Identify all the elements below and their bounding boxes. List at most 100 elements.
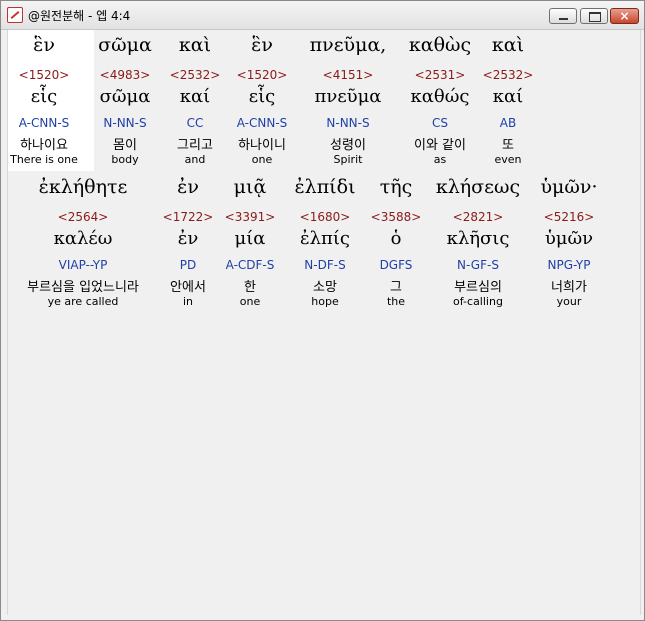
- interlinear-panel[interactable]: ἓν <1520> εἷς A-CNN-S 하나이요 There is one …: [7, 30, 641, 615]
- lemma: ὁ: [390, 228, 402, 249]
- parsing-code[interactable]: A-CNN-S: [228, 116, 296, 130]
- greek-word: ἓν: [33, 34, 55, 56]
- strong-number[interactable]: <1520>: [228, 68, 296, 82]
- english-gloss: There is one: [10, 153, 78, 166]
- english-gloss: body: [111, 153, 139, 166]
- english-gloss: hope: [311, 295, 339, 308]
- greek-word: ἐν: [177, 176, 199, 198]
- korean-gloss: 소망: [313, 280, 337, 295]
- lemma: καλέω: [53, 228, 113, 249]
- greek-word: ἐλπίδι: [294, 176, 356, 198]
- window-title: @원전분해 - 엡 4:4: [28, 9, 131, 23]
- maximize-icon: [589, 12, 601, 22]
- strong-number[interactable]: <2564>: [8, 210, 158, 224]
- minimize-button[interactable]: [549, 8, 577, 24]
- korean-gloss: 너희가: [551, 280, 587, 295]
- greek-word: καθὼς: [408, 34, 472, 56]
- parsing-code[interactable]: NPG-YP: [530, 258, 608, 272]
- parsing-code[interactable]: VIAP--YP: [8, 258, 158, 272]
- word-cell[interactable]: κλήσεως <2821> κλῆσις N-GF-S 부르심의 of-cal…: [428, 176, 528, 316]
- korean-gloss: 몸이: [113, 138, 137, 153]
- korean-gloss: 안에서: [170, 280, 206, 295]
- greek-word: καὶ: [178, 34, 212, 56]
- parsing-code[interactable]: DGFS: [368, 258, 424, 272]
- korean-gloss: 성령이: [330, 138, 366, 153]
- korean-gloss: 부르심의: [454, 280, 502, 295]
- close-icon: ×: [619, 9, 630, 23]
- strong-number[interactable]: <1680>: [284, 210, 366, 224]
- greek-word: ἓν: [251, 34, 273, 56]
- greek-word: ἐκλήθητε: [38, 176, 128, 198]
- english-gloss: the: [386, 295, 406, 308]
- english-gloss: your: [556, 295, 582, 308]
- strong-number[interactable]: <4151>: [300, 68, 396, 82]
- maximize-button[interactable]: [580, 8, 608, 24]
- word-cell[interactable]: ἓν <1520> εἷς A-CNN-S 하나이요 There is one: [8, 34, 80, 174]
- english-gloss: one: [239, 295, 261, 308]
- lemma: καί: [179, 86, 211, 107]
- parsing-code[interactable]: CC: [164, 116, 226, 130]
- lemma: σῶμα: [99, 86, 151, 107]
- app-icon[interactable]: [7, 7, 23, 23]
- word-cell[interactable]: πνεῦμα, <4151> πνεῦμα N-NN-S 성령이 Spirit: [300, 34, 396, 174]
- strong-number[interactable]: <3391>: [220, 210, 280, 224]
- english-gloss: even: [494, 153, 522, 166]
- parsing-code[interactable]: N-GF-S: [428, 258, 528, 272]
- word-cell[interactable]: τῆς <3588> ὁ DGFS 그 the: [368, 176, 424, 316]
- strong-number[interactable]: <2531>: [400, 68, 480, 82]
- english-gloss: Spirit: [333, 153, 363, 166]
- word-cell[interactable]: ἓν <1520> εἷς A-CNN-S 하나이니 one: [228, 34, 296, 174]
- parsing-code[interactable]: AB: [480, 116, 536, 130]
- word-cell[interactable]: ἐκλήθητε <2564> καλέω VIAP--YP 부르심을 입었느니…: [8, 176, 158, 316]
- close-button[interactable]: ×: [610, 8, 639, 24]
- strong-number[interactable]: <5216>: [530, 210, 608, 224]
- english-gloss: of-calling: [453, 295, 503, 308]
- word-cell[interactable]: καὶ <2532> καί CC 그리고 and: [164, 34, 226, 174]
- lemma: πνεῦμα: [314, 86, 382, 107]
- parsing-code[interactable]: CS: [400, 116, 480, 130]
- parsing-code[interactable]: A-CNN-S: [8, 116, 80, 130]
- parsing-code[interactable]: N-DF-S: [284, 258, 366, 272]
- greek-word: καὶ: [491, 34, 525, 56]
- parsing-code[interactable]: N-NN-S: [90, 116, 160, 130]
- word-cell[interactable]: καθὼς <2531> καθώς CS 이와 같이 as: [400, 34, 480, 174]
- minimize-icon: [559, 18, 568, 20]
- lemma: ὑμῶν: [544, 228, 594, 249]
- strong-number[interactable]: <1520>: [8, 68, 80, 82]
- lemma: ἐλπίς: [299, 228, 351, 249]
- strong-number[interactable]: <2532>: [164, 68, 226, 82]
- english-gloss: and: [184, 153, 206, 166]
- strong-number[interactable]: <4983>: [90, 68, 160, 82]
- word-cell[interactable]: σῶμα <4983> σῶμα N-NN-S 몸이 body: [90, 34, 160, 174]
- title-bar[interactable]: @원전분해 - 엡 4:4 ×: [1, 1, 644, 30]
- parsing-code[interactable]: PD: [158, 258, 218, 272]
- english-gloss: ye are called: [47, 295, 119, 308]
- strong-number[interactable]: <2821>: [428, 210, 528, 224]
- parsing-code[interactable]: N-NN-S: [300, 116, 396, 130]
- korean-gloss: 이와 같이: [414, 138, 466, 153]
- english-gloss: one: [251, 153, 273, 166]
- korean-gloss: 하나이요: [20, 138, 68, 153]
- korean-gloss: 그: [390, 280, 402, 295]
- lemma: μία: [234, 228, 266, 249]
- greek-word: κλήσεως: [435, 176, 521, 198]
- verse-row-2: ἐκλήθητε <2564> καλέω VIAP--YP 부르심을 입었느니…: [8, 176, 640, 317]
- lemma: εἷς: [248, 86, 276, 107]
- word-cell[interactable]: μιᾷ <3391> μία A-CDF-S 한 one: [220, 176, 280, 316]
- greek-word: πνεῦμα,: [309, 34, 387, 56]
- word-cell[interactable]: καὶ <2532> καί AB 또 even: [480, 34, 536, 174]
- english-gloss: in: [182, 295, 194, 308]
- strong-number[interactable]: <1722>: [158, 210, 218, 224]
- word-cell[interactable]: ὑμῶν· <5216> ὑμῶν NPG-YP 너희가 your: [530, 176, 608, 316]
- parsing-code[interactable]: A-CDF-S: [220, 258, 280, 272]
- lemma: εἷς: [30, 86, 58, 107]
- korean-gloss: 하나이니: [238, 138, 286, 153]
- strong-number[interactable]: <2532>: [480, 68, 536, 82]
- greek-word: μιᾷ: [233, 176, 267, 198]
- word-cell[interactable]: ἐλπίδι <1680> ἐλπίς N-DF-S 소망 hope: [284, 176, 366, 316]
- lemma: καί: [492, 86, 524, 107]
- korean-gloss: 또: [502, 138, 514, 153]
- greek-word: τῆς: [379, 176, 413, 198]
- word-cell[interactable]: ἐν <1722> ἐν PD 안에서 in: [158, 176, 218, 316]
- strong-number[interactable]: <3588>: [368, 210, 424, 224]
